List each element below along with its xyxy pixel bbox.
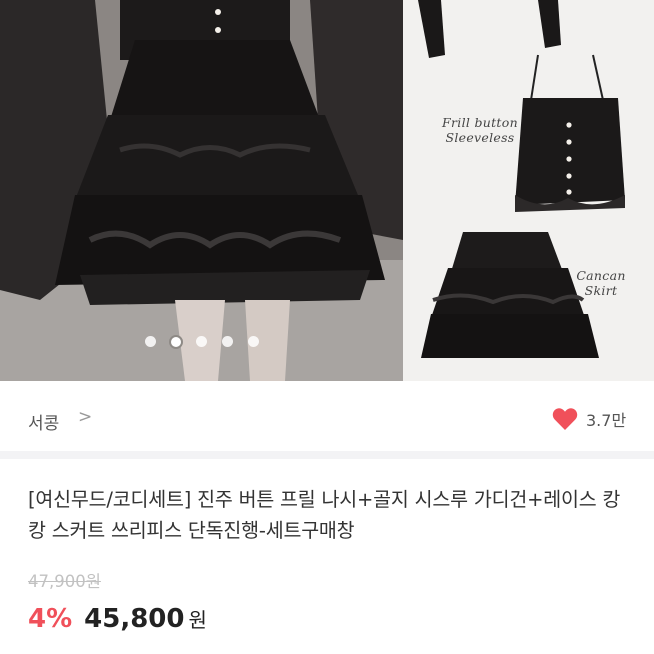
gallery-dot-active[interactable] bbox=[170, 337, 181, 347]
discount-rate: 4% bbox=[28, 604, 73, 634]
gallery-dot[interactable] bbox=[221, 336, 233, 347]
product-title: [여신무드/코디세트] 진주 버튼 프릴 나시+골지 시스루 가디건+레이스 캉… bbox=[28, 488, 621, 542]
seller-name[interactable]: 서콩 bbox=[28, 409, 59, 434]
gallery-dot[interactable] bbox=[247, 336, 259, 347]
seller-row[interactable]: 서콩 > 3.7만 bbox=[0, 381, 654, 459]
product-flatlay-photo bbox=[403, 0, 654, 381]
frill-button-sleeveless-label: Frill button Sleeveless bbox=[440, 115, 520, 145]
product-image-gallery[interactable]: Frill button Sleeveless Cancan Skirt bbox=[0, 0, 654, 381]
price-row: 4% 45,800 원 bbox=[28, 604, 207, 634]
heart-icon[interactable] bbox=[552, 407, 578, 431]
frill-label-line1: Frill button bbox=[442, 115, 518, 130]
cancan-label-line2: Skirt bbox=[584, 283, 618, 298]
gallery-pagination-dots bbox=[0, 336, 403, 348]
currency-unit: 원 bbox=[188, 608, 207, 632]
gallery-dot[interactable] bbox=[144, 336, 156, 347]
like-count: 3.7만 bbox=[586, 411, 627, 430]
cancan-label-line1: Cancan bbox=[576, 268, 626, 283]
like-button[interactable]: 3.7만 bbox=[552, 407, 626, 431]
model-photo bbox=[0, 0, 403, 381]
gallery-dot[interactable] bbox=[195, 336, 207, 347]
sale-price: 45,800 bbox=[84, 604, 185, 634]
original-price: 47,900원 bbox=[28, 572, 101, 591]
chevron-right-icon[interactable]: > bbox=[78, 407, 92, 427]
cancan-skirt-label: Cancan Skirt bbox=[570, 268, 632, 298]
frill-label-line2: Sleeveless bbox=[445, 130, 515, 145]
